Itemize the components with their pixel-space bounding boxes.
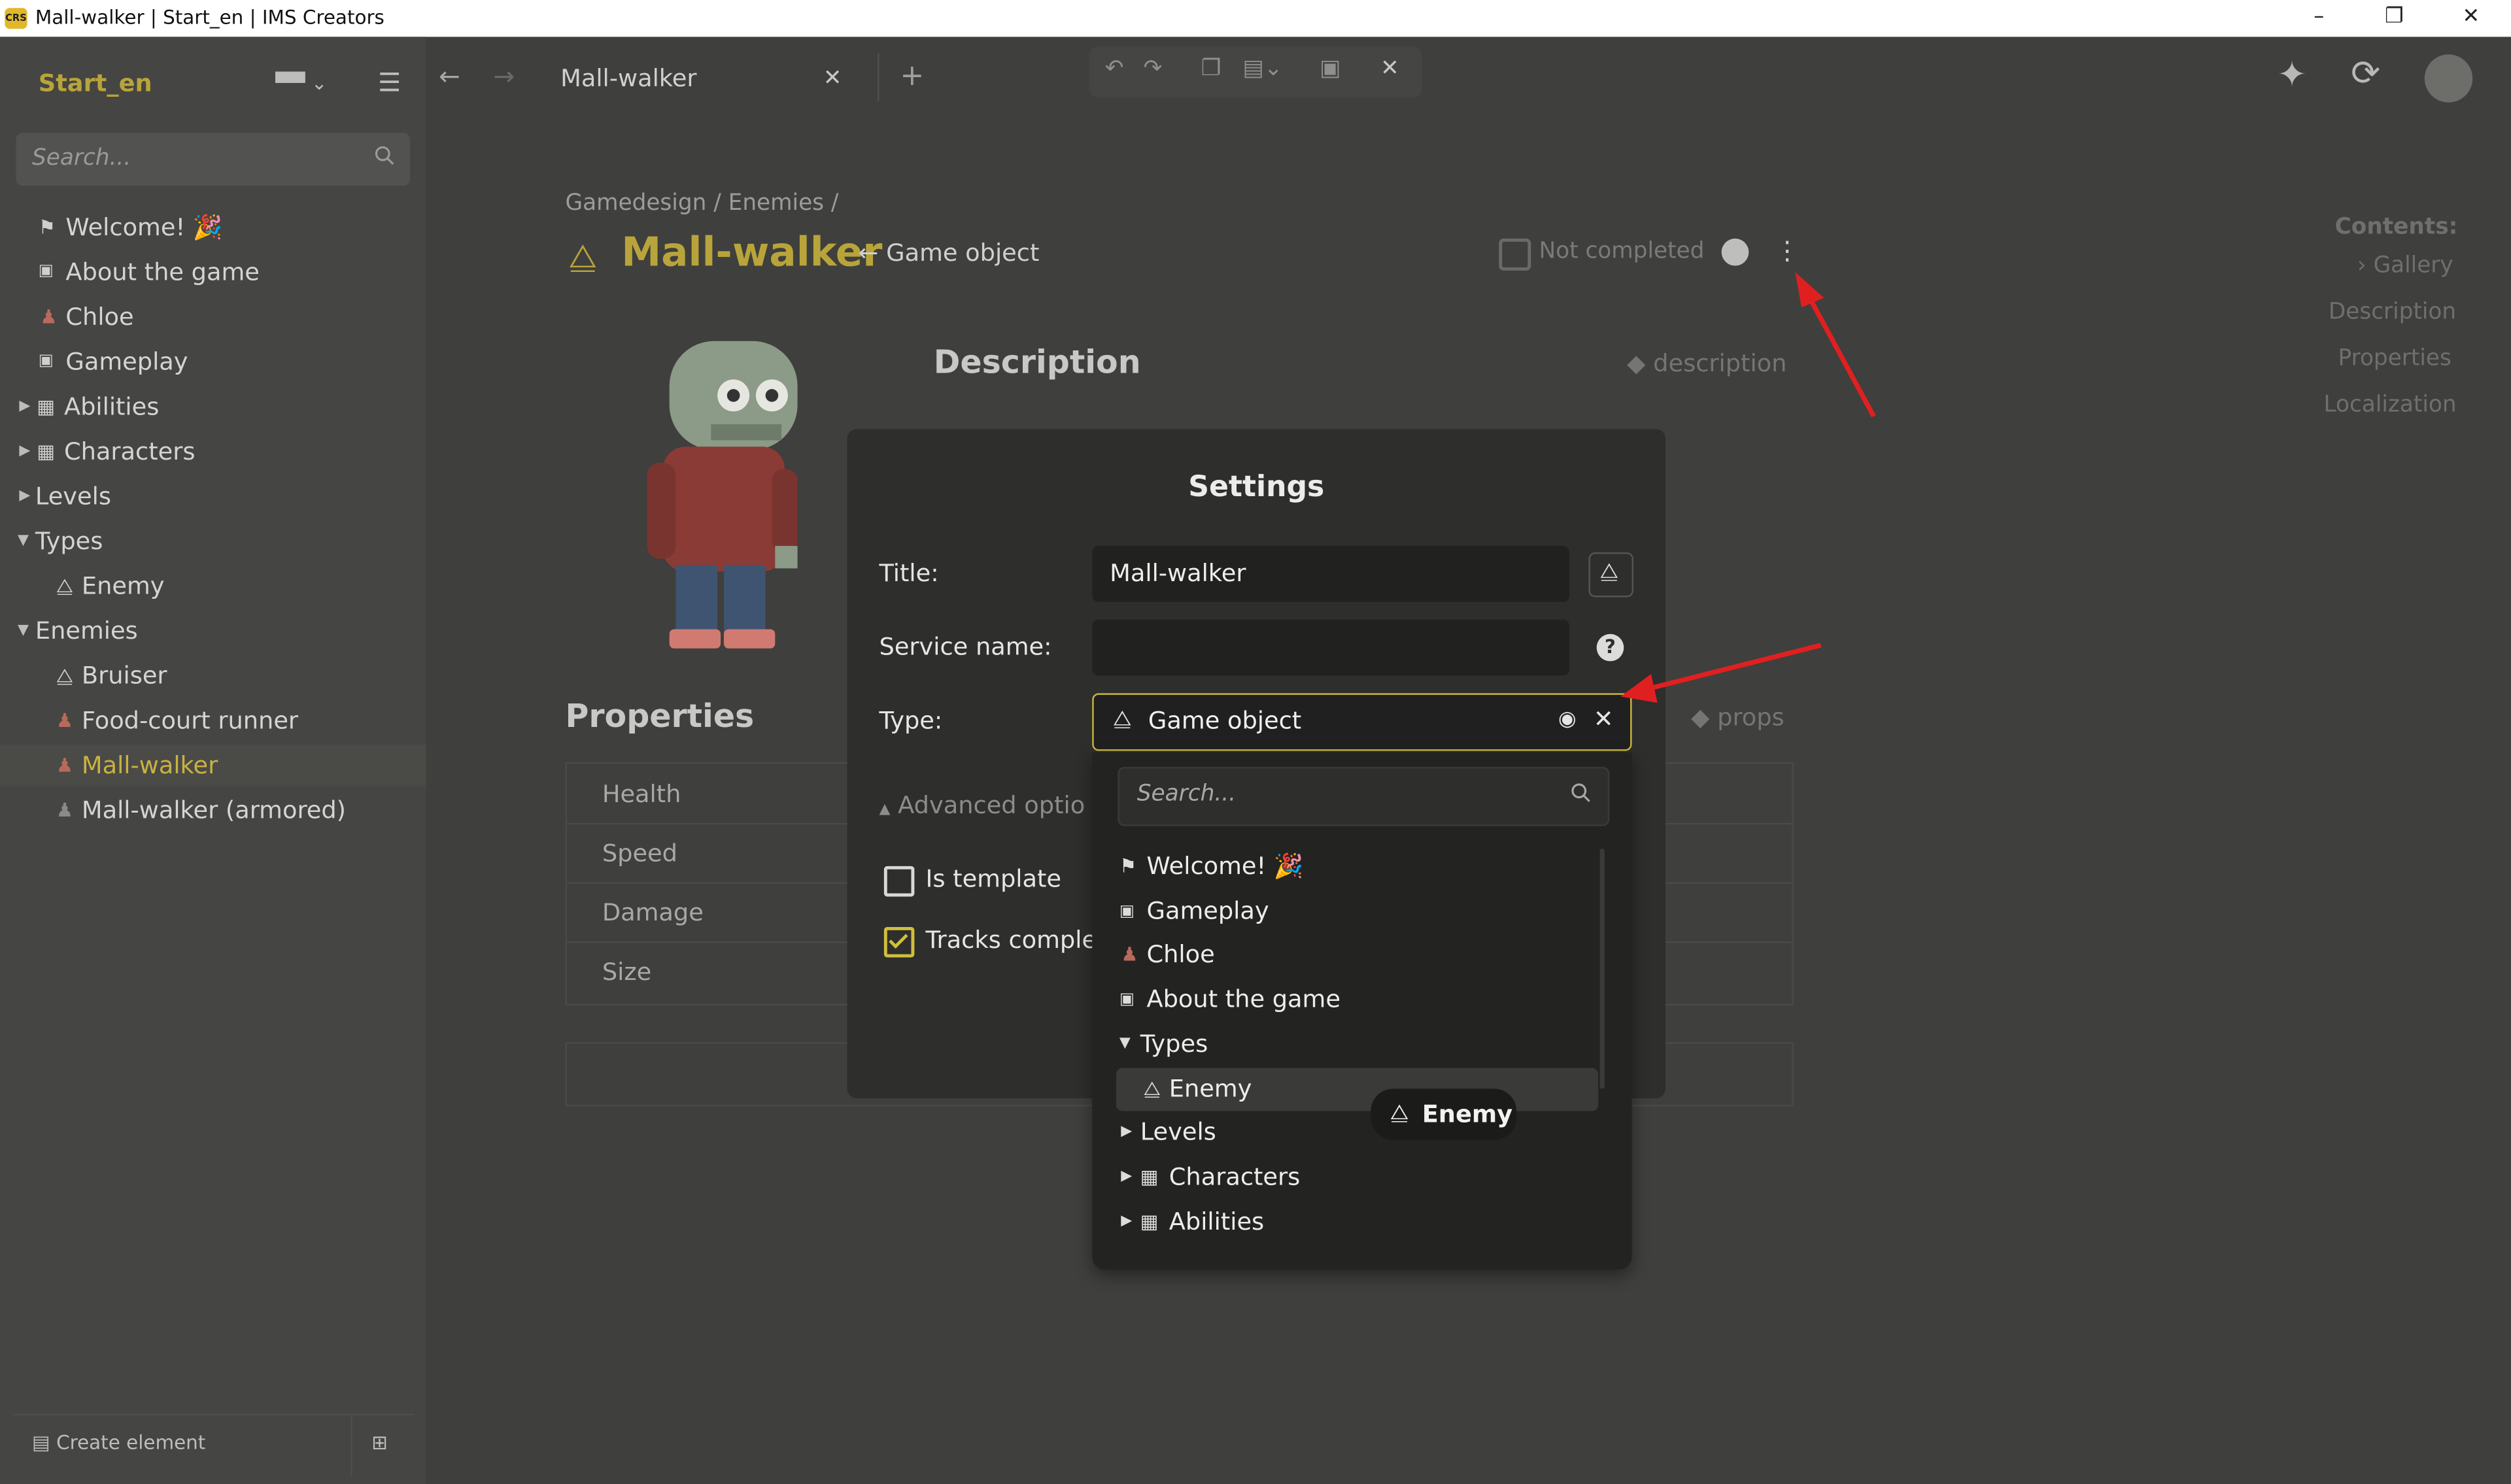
- annotation-arrow: [1620, 643, 1822, 703]
- annotation-arrow: [1795, 272, 1876, 418]
- annotation-arrows: [1620, 272, 1876, 703]
